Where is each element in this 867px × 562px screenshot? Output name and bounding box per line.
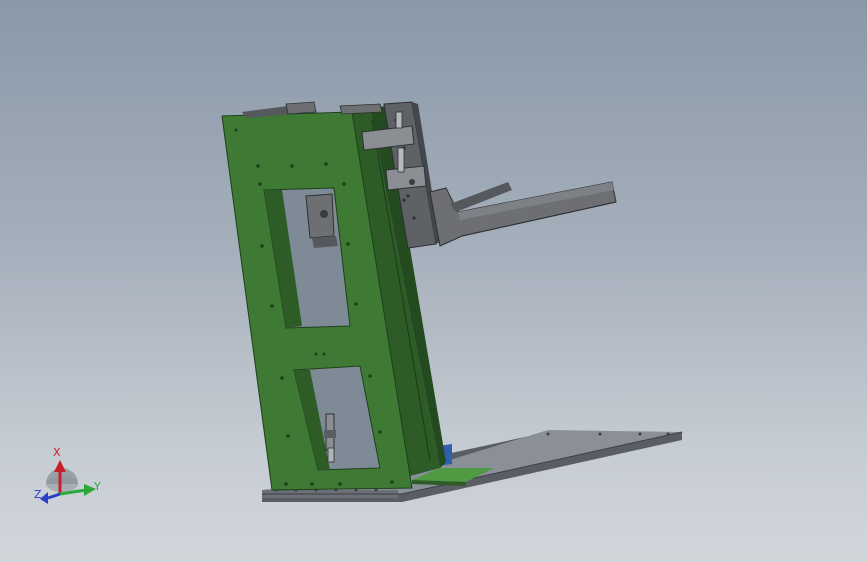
fork-arm[interactable] xyxy=(429,181,617,247)
z-axis-arrow xyxy=(40,492,61,504)
y-axis-label: Y xyxy=(93,480,101,493)
coordinate-triad: X Y Z xyxy=(34,446,101,504)
x-axis-label: X xyxy=(53,446,61,459)
model-scene[interactable]: X Y Z xyxy=(0,0,867,562)
cad-viewport[interactable]: X Y Z xyxy=(0,0,867,562)
z-axis-label: Z xyxy=(34,488,42,501)
